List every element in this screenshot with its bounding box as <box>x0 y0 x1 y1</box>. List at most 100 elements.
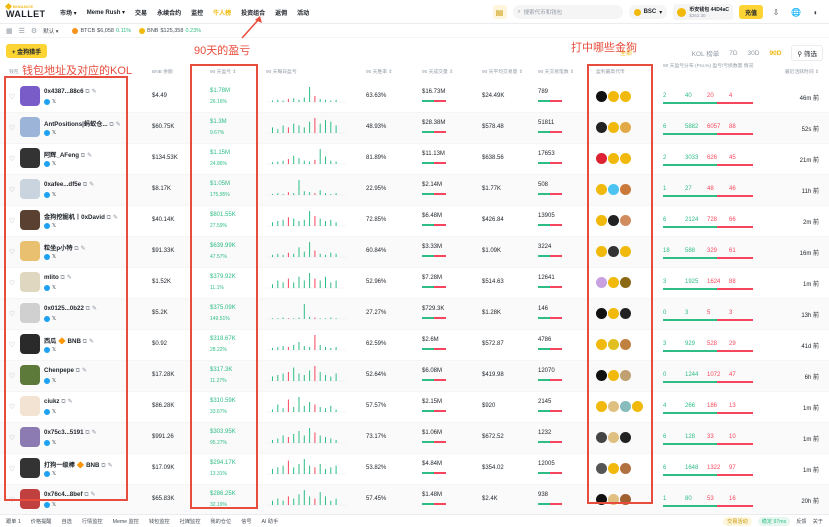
daily-pnl-bar <box>277 280 279 288</box>
daily-pnl-bar <box>293 345 295 350</box>
period-tab[interactable]: 7D <box>729 50 737 57</box>
dist-count: 5 <box>707 310 711 316</box>
avg-trade: $578.48 <box>482 124 504 130</box>
col-winrate[interactable]: 90 天胜率 ⇕ <box>366 68 392 75</box>
daily-pnl-bar <box>325 437 326 443</box>
period-tab[interactable]: 90D <box>769 50 781 57</box>
ticker-symbol: BNB <box>147 27 159 34</box>
dist-count: 1925 <box>685 279 699 285</box>
x-icon[interactable]: 𝕏 <box>52 502 56 508</box>
binance-wallet-logo[interactable]: BINANCE WALLET <box>4 2 50 20</box>
pnl-distribution: 4 266 186 13 <box>663 403 751 409</box>
bottom-nav-item[interactable]: AI 助手 <box>262 518 279 525</box>
dist-count: 16 <box>729 496 736 502</box>
follow-hunter-button[interactable]: + 金狗猎手 <box>6 44 48 58</box>
daily-pnl-bar <box>282 160 284 164</box>
loss-bar <box>717 319 753 321</box>
buy-bar <box>422 100 434 102</box>
daily-pnl-bar <box>319 318 321 319</box>
trade-count: 4786 <box>538 337 552 343</box>
bottom-nav-item[interactable]: 自选 <box>61 518 71 525</box>
avg-trade: $920 <box>482 403 496 409</box>
dist-count: 80 <box>685 496 692 502</box>
col-avg[interactable]: 90 天平均交易量 ⇕ <box>482 68 523 75</box>
period-tab[interactable]: KOL 榜单 <box>692 48 720 58</box>
col-volume[interactable]: 90 天成交量 ⇕ <box>422 68 453 75</box>
daily-pnl-bar <box>314 96 316 102</box>
dist-count: 10 <box>729 434 736 440</box>
bottom-nav-item[interactable]: Meme 监控 <box>113 518 139 525</box>
ticker-item[interactable]: BNB $125,358 0.23% <box>139 27 201 34</box>
daily-pnl-bar <box>335 440 337 443</box>
account-menu[interactable]: 币安钱包 44D4aC $262.30 <box>673 4 733 20</box>
daily-pnl-bar <box>330 317 332 319</box>
col-count[interactable]: 90 天交易笔数 ⇕ <box>538 68 574 75</box>
period-tab[interactable]: 30D <box>748 50 760 57</box>
daily-pnl-bar <box>287 192 289 195</box>
daily-pnl-bar <box>325 99 326 102</box>
layout-icon[interactable]: ▦ <box>6 27 13 35</box>
nav-item[interactable]: 市场 ▾ <box>60 8 77 17</box>
dist-count: 2 <box>663 93 667 99</box>
loss-bar <box>717 164 753 166</box>
globe-icon[interactable]: 🌐 <box>789 5 803 19</box>
bottom-nav-item[interactable]: 社媒监控 <box>180 518 201 525</box>
daily-pnl-bar <box>325 193 326 195</box>
bottom-nav-item[interactable]: 价格提醒 <box>31 518 52 525</box>
count-bar <box>538 100 562 102</box>
theme-icon[interactable]: ◐ <box>809 5 823 19</box>
feedback-link[interactable]: 反馈 <box>796 518 806 525</box>
chain-selector[interactable]: BSC ▾ <box>628 5 668 19</box>
col-last[interactable]: 最近活跃时间 ⇕ <box>785 68 819 75</box>
col-balance[interactable]: BNB 余额 <box>152 68 173 75</box>
bottom-nav-item[interactable]: 行情监控 <box>82 518 103 525</box>
bottom-nav-item[interactable]: 我的仓位 <box>210 518 231 525</box>
ticker-item[interactable]: BTCB $6,058 0.11% <box>72 27 131 34</box>
nav-item[interactable]: 活动 <box>297 8 309 17</box>
default-select[interactable]: 默认 ▾ <box>43 27 58 35</box>
sell-bar <box>434 162 446 164</box>
trade-activity-pill[interactable]: 交易活动 <box>722 517 752 526</box>
daily-pnl-bar <box>330 500 332 505</box>
count-bar <box>538 472 562 474</box>
nav-item[interactable]: 牛人榜 <box>213 8 231 17</box>
daily-pnl-chart <box>266 180 346 196</box>
nav-item[interactable]: Meme Rush ▾ <box>87 9 125 16</box>
dist-count: 2124 <box>685 217 699 223</box>
count-bar <box>538 441 562 443</box>
settings-icon[interactable]: ⚙ <box>31 27 37 35</box>
daily-pnl-bar <box>293 318 295 319</box>
bottom-nav-item[interactable]: 跟单 1 <box>6 518 21 525</box>
dist-count: 4 <box>663 403 667 409</box>
buy-bar <box>422 162 434 164</box>
daily-pnl-bar <box>272 127 273 133</box>
buy-bar <box>422 224 434 226</box>
distribution-bar <box>663 412 753 414</box>
nav-item[interactable]: 监控 <box>191 8 203 17</box>
sell-bar <box>434 410 446 412</box>
sell-bar <box>434 131 446 133</box>
deposit-button[interactable]: 充值 <box>738 5 763 19</box>
col-daily: 90 天每日盈亏 <box>266 70 297 75</box>
dist-count: 3 <box>685 310 689 316</box>
count-bar <box>538 317 562 319</box>
dist-count: 1648 <box>685 465 699 471</box>
list-icon[interactable]: ☰ <box>19 27 25 35</box>
about-link[interactable]: 关于 <box>813 518 823 525</box>
filter-button[interactable]: ⚲ 筛选 <box>791 45 823 61</box>
search-input[interactable]: ⌕ 搜索代币和钱包 <box>512 5 623 19</box>
daily-pnl-bar <box>272 222 273 226</box>
buy-bar <box>538 100 550 102</box>
bottom-nav-item[interactable]: 钱包监控 <box>149 518 170 525</box>
daily-pnl-bar <box>314 366 316 381</box>
nav-item[interactable]: 永续合约 <box>157 8 181 17</box>
daily-pnl-bar <box>319 218 321 226</box>
bnb-balance: $134.53K <box>152 155 178 161</box>
bottom-nav-item[interactable]: 信号 <box>241 518 251 525</box>
sell-bar <box>550 441 562 443</box>
notes-icon[interactable]: ▤ <box>492 5 507 19</box>
nav-item[interactable]: 交易 <box>135 8 147 17</box>
download-icon[interactable]: ⇩ <box>769 5 783 19</box>
daily-pnl-chart <box>266 335 346 351</box>
volume: $2.15M <box>422 399 443 405</box>
